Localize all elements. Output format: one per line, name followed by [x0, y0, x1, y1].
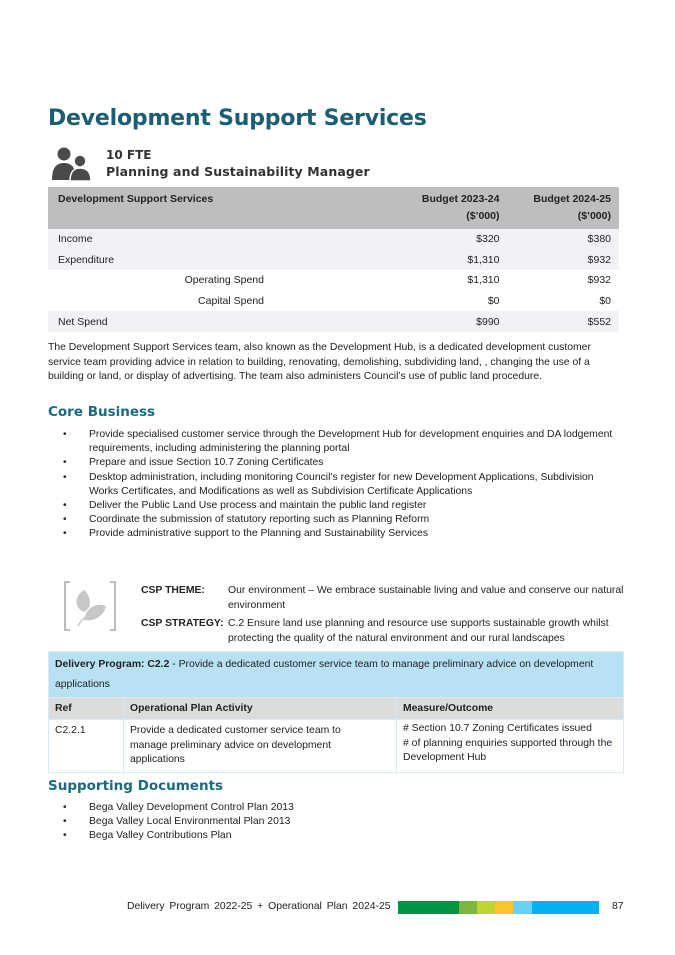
- value-2024-25: $0: [599, 295, 611, 308]
- value-2024-25: $932: [587, 274, 611, 287]
- list-item: • Deliver the Public Land Use process and…: [48, 499, 623, 513]
- core-business-list: • Provide specialised customer service th…: [48, 428, 623, 542]
- budget-header-service: Development Support Services: [48, 187, 396, 229]
- csp-theme-label: CSP THEME:: [141, 585, 205, 596]
- plan-header-row: Ref Operational Plan Activity Measure/Ou…: [48, 697, 624, 720]
- color-bar-segment: [532, 901, 599, 914]
- bullet-icon: •: [63, 514, 67, 526]
- csp-theme-value: Our environment – We embrace sustainable…: [228, 585, 624, 611]
- row-label: Expenditure: [48, 249, 396, 271]
- footer-color-bar: [398, 901, 599, 914]
- manager-title: Planning and Sustainability Manager: [106, 164, 370, 179]
- budget-row-expenditure: Expenditure $1,310 $932: [48, 249, 619, 271]
- value-2024-25: $552: [507, 311, 619, 332]
- delivery-program-row: Delivery Program: C2.2 - Provide a dedic…: [48, 651, 624, 698]
- list-item: • Bega Valley Local Environmental Plan 20…: [48, 815, 448, 829]
- team-description: The Development Support Services team, a…: [48, 342, 591, 382]
- page-title: Development Support Services: [48, 106, 427, 131]
- list-item: • Bega Valley Development Control Plan 20…: [48, 801, 448, 815]
- bullet-icon: •: [63, 816, 67, 828]
- header-ref: Ref: [48, 697, 124, 720]
- fte-count: 10 FTE: [106, 148, 152, 162]
- row-label: Income: [48, 229, 396, 250]
- table-row: C2.2.1 Provide a dedicated customer serv…: [48, 719, 624, 773]
- bullet-icon: •: [63, 429, 67, 440]
- list-item: • Desktop administration, including monit…: [63, 471, 594, 497]
- ref-cell: C2.2.1: [48, 719, 124, 773]
- bullet-icon: •: [63, 830, 67, 842]
- page-number: 87: [612, 901, 624, 912]
- list-item: • Provide specialised customer service th…: [63, 429, 613, 455]
- delivery-program-table: Delivery Program: C2.2 - Provide a dedic…: [48, 651, 624, 773]
- budget-header-row: Development Support Services Budget 2023…: [48, 187, 619, 229]
- activity-cell: Provide a dedicated customer service tea…: [123, 719, 397, 773]
- supporting-documents-list: • Bega Valley Development Control Plan 20…: [48, 801, 448, 844]
- bullet-icon: •: [63, 500, 67, 512]
- csp-strategy-value: C.2 Ensure land use planning and resourc…: [228, 618, 609, 644]
- color-bar-segment: [398, 901, 459, 914]
- list-item: • Coordinate the submission of statutory …: [48, 513, 623, 527]
- bullet-icon: •: [63, 471, 67, 483]
- header-measure: Measure/Outcome: [396, 697, 624, 720]
- header-activity: Operational Plan Activity: [123, 697, 397, 720]
- supporting-documents-heading: Supporting Documents: [48, 778, 224, 794]
- value-2023-24: $1,310: [467, 274, 500, 287]
- list-item: • Bega Valley Contributions Plan: [48, 829, 448, 843]
- color-bar-segment: [495, 901, 513, 914]
- row-label: Operating Spend: [184, 274, 264, 287]
- value-2023-24: $0: [487, 295, 500, 308]
- value-2023-24: $1,310: [396, 249, 508, 271]
- delivery-program-label: Delivery Program: C2.2: [55, 659, 170, 670]
- color-bar-segment: [459, 901, 477, 914]
- csp-strategy-label: CSP STRATEGY:: [141, 618, 224, 629]
- row-label: Net Spend: [48, 311, 396, 332]
- budget-row-income: Income $320 $380: [48, 229, 619, 250]
- bullet-icon: •: [63, 802, 67, 813]
- core-business-heading: Core Business: [48, 404, 156, 420]
- list-item: • Provide administrative support to the P…: [48, 527, 623, 541]
- color-bar-segment: [513, 901, 532, 914]
- budget-row-capital: Capital Spend $0 $0: [48, 291, 619, 312]
- budget-header-2023-24: Budget 2023-24 ($’000): [396, 187, 508, 229]
- budget-header-2024-25: Budget 2024-25 ($’000): [507, 187, 619, 229]
- budget-row-net: Net Spend $990 $552: [48, 311, 619, 332]
- bullet-icon: •: [63, 528, 67, 540]
- color-bar-segment: [477, 901, 495, 914]
- people-icon: [52, 147, 92, 182]
- budget-table: Development Support Services Budget 2023…: [48, 187, 619, 332]
- row-label: Capital Spend: [198, 295, 264, 308]
- leaf-icon: [64, 581, 116, 631]
- list-item: • Prepare and issue Section 10.7 Zoning C…: [48, 456, 623, 470]
- footer-title: Delivery Program 2022-25 + Operational P…: [127, 901, 391, 912]
- value-2023-24: $320: [396, 229, 508, 250]
- bullet-icon: •: [63, 457, 67, 469]
- delivery-program-cell: Delivery Program: C2.2 - Provide a dedic…: [48, 651, 624, 698]
- value-2024-25: $380: [507, 229, 619, 250]
- value-2023-24: $990: [396, 311, 508, 332]
- measure-cell: # Section 10.7 Zoning Certificates issue…: [396, 719, 624, 773]
- budget-row-operating: Operating Spend $1,310 $932: [48, 270, 619, 291]
- value-2024-25: $932: [507, 249, 619, 271]
